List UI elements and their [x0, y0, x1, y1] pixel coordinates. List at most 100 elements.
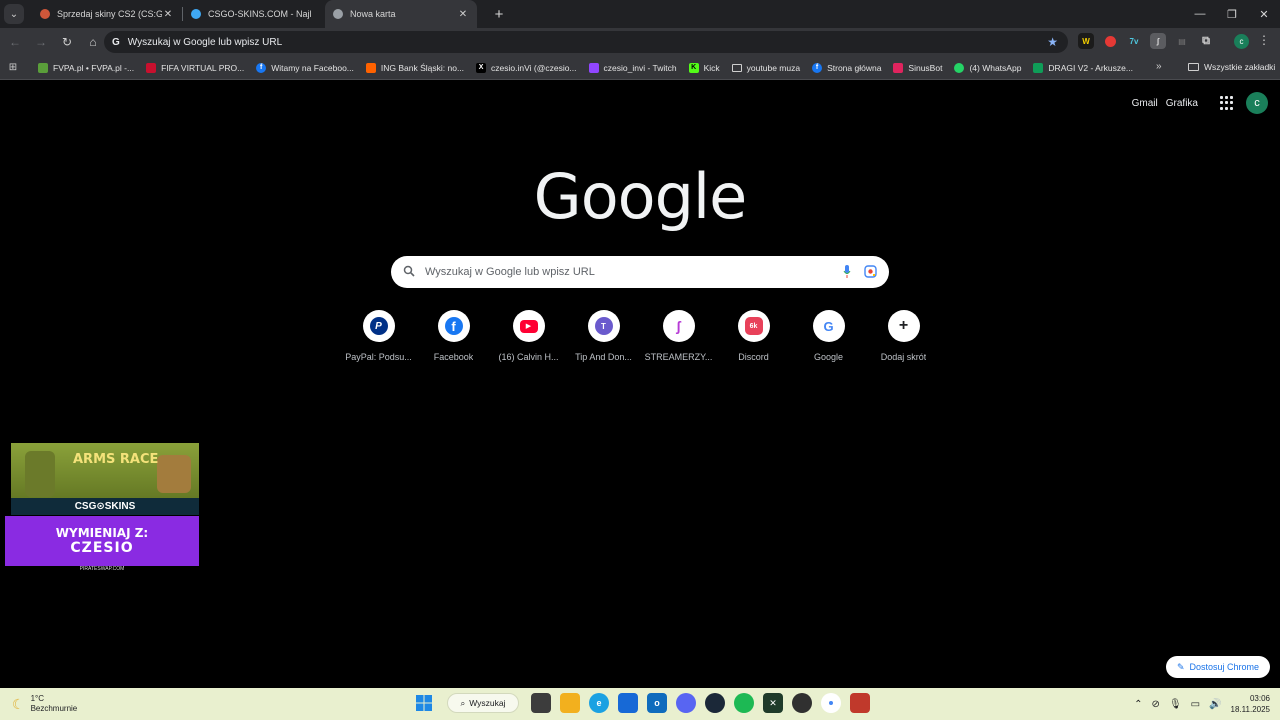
address-bar[interactable]: G Wyszukaj w Google lub wpisz URL ★: [104, 31, 1068, 53]
pirateswap-banner: WYMIENIAJ Z: CZESIO: [5, 516, 199, 566]
folder-icon: [1188, 63, 1199, 71]
shortcut-paypal[interactable]: P PayPal: Podsu...: [341, 310, 416, 362]
tab-search-chevron-icon[interactable]: ⌄: [4, 4, 24, 24]
account-avatar[interactable]: c: [1246, 92, 1268, 114]
shortcut-tip-and-donation[interactable]: T Tip And Don...: [566, 310, 641, 362]
customize-chrome-label: Dostosuj Chrome: [1189, 662, 1260, 672]
discord-icon[interactable]: [676, 693, 696, 713]
spotify-icon[interactable]: [734, 693, 754, 713]
apps-grid-icon[interactable]: ⊞: [0, 62, 26, 73]
bookmark-label: czesio_invi - Twitch: [603, 62, 677, 73]
windows-start-icon[interactable]: [414, 693, 434, 713]
bookmark-label: FIFA VIRTUAL PRO...: [161, 62, 245, 73]
bookmark-label: Strona główna: [827, 62, 882, 73]
browser-toolbar: ← → ↻ ⌂ G Wyszukaj w Google lub wpisz UR…: [0, 28, 1280, 56]
clock[interactable]: 03:06 18.11.2025: [1231, 693, 1270, 715]
shortcut-label: PayPal: Podsu...: [345, 352, 412, 362]
search-input[interactable]: [425, 266, 805, 278]
bookmark-star-icon[interactable]: ★: [1047, 35, 1058, 49]
bookmark-x-czesio[interactable]: Xczesio.inVi (@czesio...: [476, 62, 577, 73]
images-link[interactable]: Grafika: [1166, 98, 1198, 109]
tab-title: CSGO-SKINS.COM - Najl: [208, 9, 312, 19]
bookmark-label: SinusBot: [908, 62, 943, 73]
bookmark-fvpa[interactable]: FVPA.pl • FVPA.pl -...: [38, 62, 134, 73]
volume-icon[interactable]: 🔊: [1209, 699, 1221, 710]
extension-red-icon[interactable]: [1102, 33, 1118, 49]
microsoft-store-icon[interactable]: [618, 693, 638, 713]
shortcut-streamerzy[interactable]: ʃ STREAMERZY...: [641, 310, 716, 362]
extension-grey-icon[interactable]: ▤: [1174, 33, 1190, 49]
voice-search-mic-icon[interactable]: [843, 264, 851, 280]
search-box[interactable]: [391, 256, 889, 288]
bookmark-strona-glowna[interactable]: f Strona główna: [812, 62, 882, 73]
outlook-icon[interactable]: o: [647, 693, 667, 713]
bookmark-kick[interactable]: K Kick: [688, 62, 720, 73]
folder-icon: [731, 63, 742, 72]
tab-sprzedaj-skiny[interactable]: Sprzedaj skiny CS2 (CS:GO) | Na ✕: [32, 0, 182, 28]
extension-w-icon[interactable]: W: [1078, 33, 1094, 49]
tab-close-icon[interactable]: ✕: [457, 9, 469, 20]
bookmark-facebook[interactable]: f Witamy na Faceboo...: [256, 62, 354, 73]
shortcuts-grid: P PayPal: Podsu... f Facebook ▶ (16) Cal…: [341, 310, 941, 362]
shortcut-label: Google: [813, 352, 844, 362]
profile-avatar[interactable]: c: [1234, 34, 1249, 49]
x-icon: X: [476, 62, 487, 73]
bookmark-twitch[interactable]: czesio_invi - Twitch: [588, 62, 677, 73]
windows-taskbar: ☾ 1°C Bezchmurnie ⌕ Wyszukaj e o ✕ ⌃ ⊘ 🎙 …: [0, 688, 1280, 720]
network-icon[interactable]: ▭: [1191, 699, 1200, 710]
file-explorer-icon[interactable]: [560, 693, 580, 713]
shortcut-tile: ▶: [512, 310, 545, 342]
extension-script-icon[interactable]: ʃ: [1150, 33, 1166, 49]
steam-icon[interactable]: [705, 693, 725, 713]
forward-arrow-icon[interactable]: →: [30, 31, 52, 53]
bookmark-dragi-sheets[interactable]: DRAGI V2 - Arkusze...: [1033, 62, 1133, 73]
hidden-icon[interactable]: ⊘: [1152, 699, 1160, 710]
customize-chrome-button[interactable]: ✎ Dostosuj Chrome: [1166, 656, 1270, 678]
shortcut-add[interactable]: + Dodaj skrót: [866, 310, 941, 362]
tab-csgo-skins[interactable]: CSGO-SKINS.COM - Najl: [183, 0, 333, 28]
back-arrow-icon[interactable]: ←: [4, 31, 26, 53]
shortcut-discord[interactable]: 6k Discord: [716, 310, 791, 362]
bookmark-sinusbot[interactable]: SinusBot: [893, 62, 943, 73]
new-tab-plus-icon[interactable]: +: [489, 6, 509, 23]
extensions-puzzle-icon[interactable]: ⧉: [1198, 33, 1214, 49]
shortcut-facebook[interactable]: f Facebook: [416, 310, 491, 362]
gmail-link[interactable]: Gmail: [1132, 98, 1158, 109]
extension-7tv-icon[interactable]: 7v: [1126, 33, 1142, 49]
maximize-icon[interactable]: ❐: [1216, 0, 1248, 28]
menu-dots-icon[interactable]: ⋮: [1258, 33, 1270, 47]
close-window-icon[interactable]: ✕: [1248, 0, 1280, 28]
window-controls: — ❐ ✕: [1184, 0, 1280, 28]
google-lens-camera-icon[interactable]: [864, 265, 877, 278]
bookmark-whatsapp[interactable]: (4) WhatsApp: [954, 62, 1021, 73]
shortcut-youtube[interactable]: ▶ (16) Calvin H...: [491, 310, 566, 362]
pirateswap-footer: PIRATESWAP.COM: [79, 566, 125, 572]
bookmark-label: czesio.inVi (@czesio...: [491, 62, 577, 73]
weather-widget[interactable]: ☾ 1°C Bezchmurnie: [12, 694, 77, 714]
home-icon[interactable]: ⌂: [82, 31, 104, 53]
bookmark-ing-bank[interactable]: ING Bank Śląski: no...: [365, 62, 464, 73]
microphone-icon[interactable]: 🎙: [1169, 699, 1182, 710]
shortcut-tile: P: [362, 310, 395, 342]
task-view-icon[interactable]: [531, 693, 551, 713]
minimize-icon[interactable]: —: [1184, 0, 1216, 28]
bookmark-fifa-virtual-pro[interactable]: FIFA VIRTUAL PRO...: [146, 62, 245, 73]
taskbar-search[interactable]: ⌕ Wyszukaj: [447, 693, 519, 713]
app-icon[interactable]: [850, 693, 870, 713]
google-apps-grid-icon[interactable]: [1220, 96, 1234, 110]
bookmarks-overflow-chevron-icon[interactable]: »: [1156, 61, 1162, 72]
terminal-icon[interactable]: ✕: [763, 693, 783, 713]
all-bookmarks-button[interactable]: Wszystkie zakładki: [1188, 62, 1275, 72]
tab-close-icon[interactable]: ✕: [162, 9, 174, 20]
bookmark-folder-youtube-muza[interactable]: youtube muza: [731, 63, 800, 73]
shortcut-label: Tip And Don...: [575, 352, 632, 362]
reload-icon[interactable]: ↻: [56, 31, 78, 53]
obs-icon[interactable]: [792, 693, 812, 713]
chrome-icon[interactable]: [821, 693, 841, 713]
tray-chevron-icon[interactable]: ⌃: [1134, 699, 1142, 710]
shortcut-label: (16) Calvin H...: [498, 352, 559, 362]
edge-icon[interactable]: e: [589, 693, 609, 713]
tab-nowa-karta[interactable]: Nowa karta ✕: [325, 0, 477, 28]
shortcut-google[interactable]: G Google: [791, 310, 866, 362]
shortcut-tile: +: [887, 310, 920, 342]
